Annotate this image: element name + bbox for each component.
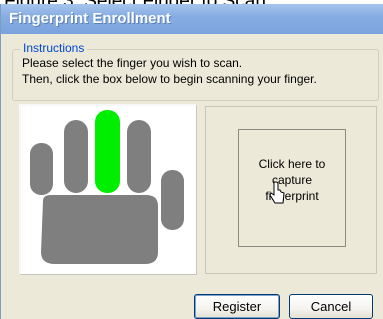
hand-diagram: [30, 110, 184, 264]
palm: [41, 195, 158, 264]
title-bar[interactable]: Fingerprint Enrollment: [1, 4, 383, 34]
finger-middle[interactable]: [95, 110, 120, 193]
instruction-line-2: Then, click the box below to begin scann…: [22, 72, 317, 86]
hand-selection-panel: [19, 104, 197, 275]
fingerprint-enrollment-dialog: Fingerprint Enrollment Instructions Plea…: [0, 4, 383, 319]
finger-little[interactable]: [30, 143, 53, 195]
capture-label-line-3: fingerprint: [265, 189, 319, 203]
capture-label-line-1: Click here to: [258, 157, 326, 171]
finger-thumb[interactable]: [161, 170, 184, 230]
window-title: Fingerprint Enrollment: [9, 10, 171, 27]
capture-label-line-2: capture: [271, 173, 313, 187]
instructions-legend: Instructions: [20, 41, 88, 55]
hand-pointer-cursor-icon: [269, 181, 285, 204]
finger-ring[interactable]: [64, 120, 88, 193]
cancel-button[interactable]: Cancel: [289, 294, 373, 319]
capture-fingerprint-box[interactable]: Click here to capture fingerprint: [238, 129, 346, 247]
screenshot: Figure 3. Select Finger to Scan Fingerpr…: [0, 0, 383, 319]
register-button[interactable]: Register: [194, 294, 280, 319]
instruction-line-1: Please select the finger you wish to sca…: [22, 56, 243, 70]
finger-index[interactable]: [127, 120, 151, 193]
instructions-group: Instructions Please select the finger yo…: [12, 41, 379, 101]
